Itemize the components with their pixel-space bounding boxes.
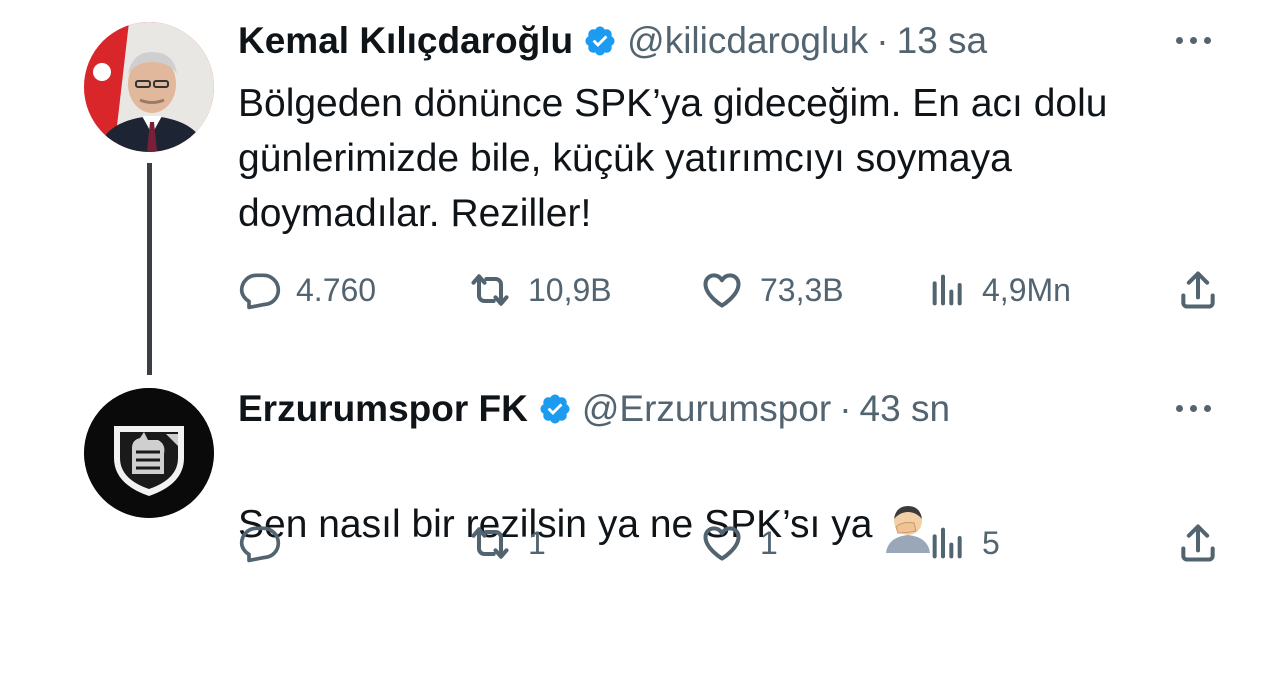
thread-connector-line bbox=[147, 163, 152, 375]
views-chart-icon bbox=[932, 274, 962, 306]
like-count: 1 bbox=[760, 524, 778, 561]
tweet-header: Kemal Kılıçdaroğlu @kilicdarogluk · 13 s… bbox=[238, 20, 987, 62]
views-count: 5 bbox=[982, 524, 1000, 561]
author-name[interactable]: Erzurumspor FK bbox=[238, 388, 528, 430]
tweet-text: Bölgeden dönünce SPK’ya gideceğim. En ac… bbox=[238, 82, 1108, 235]
views-count: 4,9Mn bbox=[982, 271, 1071, 308]
separator-dot: · bbox=[839, 388, 852, 429]
heart-icon bbox=[703, 526, 741, 561]
more-dot-icon bbox=[1190, 404, 1197, 412]
share-icon bbox=[1181, 271, 1215, 309]
retweet-button[interactable]: 1 bbox=[466, 518, 546, 568]
tweet-actions: 4.760 10,9B 73,3B 4,9Mn bbox=[238, 265, 1238, 315]
timestamp[interactable]: 43 sn bbox=[860, 388, 951, 430]
more-dot-icon bbox=[1204, 404, 1211, 412]
club-crest-icon bbox=[84, 388, 214, 518]
separator-dot: · bbox=[876, 20, 889, 61]
views-button[interactable]: 5 bbox=[928, 518, 1000, 568]
retweet-icon bbox=[471, 527, 509, 559]
author-handle[interactable]: @Erzurumspor bbox=[582, 388, 831, 430]
more-dot-icon bbox=[1176, 36, 1183, 44]
views-button[interactable]: 4,9Mn bbox=[928, 265, 1071, 315]
share-button[interactable] bbox=[1176, 265, 1220, 315]
more-dot-icon bbox=[1176, 404, 1183, 412]
verified-badge-icon bbox=[540, 394, 570, 424]
reply-button[interactable]: 4.760 bbox=[238, 265, 376, 315]
like-button[interactable]: 1 bbox=[698, 518, 778, 568]
reply-count: 4.760 bbox=[296, 271, 377, 308]
more-dot-icon bbox=[1204, 36, 1211, 44]
retweet-button[interactable]: 10,9B bbox=[466, 265, 612, 315]
reply-icon bbox=[239, 273, 281, 310]
retweet-count: 1 bbox=[528, 524, 546, 561]
avatar[interactable] bbox=[84, 22, 214, 152]
reply-icon bbox=[239, 526, 281, 563]
like-button[interactable]: 73,3B bbox=[698, 265, 844, 315]
more-dot-icon bbox=[1190, 36, 1197, 44]
views-chart-icon bbox=[932, 527, 962, 559]
timestamp[interactable]: 13 sa bbox=[897, 20, 988, 62]
author-name[interactable]: Kemal Kılıçdaroğlu bbox=[238, 20, 573, 62]
share-icon bbox=[1181, 524, 1215, 562]
avatar[interactable] bbox=[84, 388, 214, 518]
reply-button[interactable] bbox=[238, 518, 296, 568]
tweet-header: Erzurumspor FK @Erzurumspor · 43 sn bbox=[238, 388, 950, 430]
person-portrait-icon bbox=[84, 22, 214, 152]
retweet-icon bbox=[471, 274, 509, 306]
verified-badge-icon bbox=[585, 26, 615, 56]
share-button[interactable] bbox=[1176, 518, 1220, 568]
tweet-actions: 1 1 5 bbox=[238, 518, 1238, 568]
heart-icon bbox=[703, 273, 741, 308]
author-handle[interactable]: @kilicdarogluk bbox=[627, 20, 868, 62]
more-options-button[interactable] bbox=[1176, 398, 1226, 418]
more-options-button[interactable] bbox=[1176, 30, 1226, 50]
like-count: 73,3B bbox=[760, 271, 844, 308]
retweet-count: 10,9B bbox=[528, 271, 612, 308]
